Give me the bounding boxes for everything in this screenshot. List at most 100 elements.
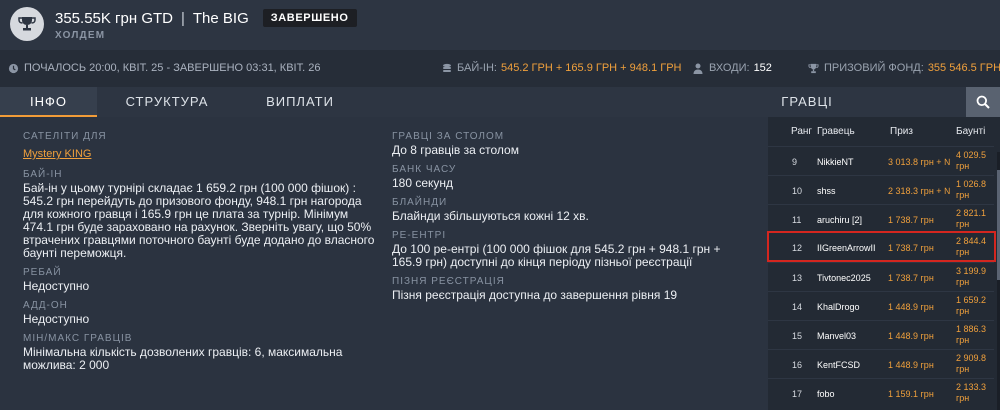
player-name: NikkieNT	[817, 157, 854, 167]
players-per-table-section: ГРАВЦІ ЗА СТОЛОМ До 8 гравців за столом	[392, 131, 744, 157]
late-registration-label: ПІЗНЯ РЕЄСТРАЦІЯ	[392, 276, 505, 287]
blinds-section: БЛАЙНДИ Блайнди збільшуються кожні 12 хв…	[392, 197, 744, 223]
reentry-section: РЕ-ЕНТРІ До 100 ре-ентрі (100 000 фішок …	[392, 230, 744, 269]
buyin-value: 545.2 ГРН + 165.9 ГРН + 948.1 ГРН	[500, 62, 682, 74]
player-row[interactable]: 14 KhalDrogo 1 448.9 грн 1 659.2 грн	[768, 291, 994, 320]
timebank-text: 180 секунд	[392, 176, 454, 190]
tab-players[interactable]: ГРАВЦІ	[772, 87, 842, 117]
entries-value: 152	[753, 62, 772, 74]
player-prize: 2 318.3 грн + №	[888, 186, 950, 196]
tournament-header: 355.55K грн GTD | The BIG ЗАВЕРШЕНО ХОЛД…	[0, 0, 1000, 50]
col-prize-header: Приз	[890, 126, 913, 137]
entries-info: ВХОДИ: 152	[693, 62, 772, 74]
player-prize: 1 738.7 грн	[888, 243, 934, 253]
entries-label: ВХОДИ:	[709, 62, 750, 74]
tab-payouts[interactable]: ВИПЛАТИ	[255, 87, 345, 117]
col-player-header: Гравець	[817, 126, 855, 137]
player-prize: 1 448.9 грн	[888, 302, 934, 312]
player-rank: 10	[792, 186, 803, 196]
blinds-label: БЛАЙНДИ	[392, 197, 448, 208]
col-bounty-header: Баунті	[956, 126, 986, 137]
player-bounty: 1 659.2 грн	[956, 295, 987, 316]
satellites-label: САТЕЛІТИ ДЛЯ	[23, 131, 107, 142]
player-prize: 1 738.7 грн	[888, 273, 934, 283]
buyin-section-label: БАЙ-ІН	[23, 169, 63, 180]
minmax-section: МІН/МАКС ГРАВЦІВ Мінімальна кількість до…	[23, 333, 375, 372]
player-bounty: 2 821.1 грн	[956, 208, 987, 229]
tournament-infobar: ПОЧАЛОСЬ 20:00, КВІТ. 25 - ЗАВЕРШЕНО 03:…	[0, 50, 1000, 87]
blinds-text: Блайнди збільшуються кожні 12 хв.	[392, 209, 589, 223]
players-panel: Ранг Гравець Приз Баунті 9 NikkieNT 3 01…	[767, 117, 1000, 410]
tab-bar: ІНФО СТРУКТУРА ВИПЛАТИ ГРАВЦІ	[0, 87, 1000, 117]
late-registration-section: ПІЗНЯ РЕЄСТРАЦІЯ Пізня реєстрація доступ…	[392, 276, 744, 302]
player-name: IIGreenArrowII	[817, 243, 876, 253]
title-guarantee: 355.55K грн GTD	[55, 9, 173, 27]
player-rank: 16	[792, 360, 803, 370]
satellite-link[interactable]: Mystery KING	[23, 148, 91, 160]
player-bounty: 2 909.8 грн	[956, 353, 987, 374]
rebuy-label: РЕБАЙ	[23, 267, 62, 278]
tab-structure[interactable]: СТРУКТУРА	[114, 87, 220, 117]
player-row-highlighted[interactable]: 12 IIGreenArrowII 1 738.7 грн 2 844.4 гр…	[767, 231, 996, 262]
player-name: KhalDrogo	[817, 302, 860, 312]
player-row[interactable]: 16 KentFCSD 1 448.9 грн 2 909.8 грн	[768, 349, 994, 378]
player-rank: 12	[792, 243, 803, 253]
prize-pool-label: ПРИЗОВИЙ ФОНД:	[824, 62, 924, 74]
player-row[interactable]: 15 Manvel03 1 448.9 грн 1 886.3 грн	[768, 320, 994, 349]
info-column-right: ГРАВЦІ ЗА СТОЛОМ До 8 гравців за столом …	[392, 131, 744, 309]
player-bounty: 4 029.5 грн	[956, 150, 987, 171]
buyin-section: БАЙ-ІН Бай-ін у цьому турнірі складає 1 …	[23, 169, 375, 260]
player-row[interactable]: 9 NikkieNT 3 013.8 грн + № 4 029.5 грн	[768, 146, 994, 175]
player-row[interactable]: 10 shss 2 318.3 грн + № 1 026.8 грн	[768, 175, 994, 204]
reentry-label: РЕ-ЕНТРІ	[392, 230, 447, 241]
game-type: ХОЛДЕМ	[55, 30, 106, 41]
info-panel: САТЕЛІТИ ДЛЯ Mystery KING БАЙ-ІН Бай-ін …	[0, 117, 768, 410]
player-name: KentFCSD	[817, 360, 861, 370]
schedule-info: ПОЧАЛОСЬ 20:00, КВІТ. 25 - ЗАВЕРШЕНО 03:…	[8, 62, 320, 74]
title-name: The BIG	[192, 9, 249, 27]
schedule-text: ПОЧАЛОСЬ 20:00, КВІТ. 25 - ЗАВЕРШЕНО 03:…	[24, 62, 321, 74]
player-rank: 13	[792, 273, 803, 283]
player-name: shss	[817, 186, 836, 196]
prize-pool-value: 355 546.5 ГРН	[927, 62, 1000, 74]
players-per-table-label: ГРАВЦІ ЗА СТОЛОМ	[392, 131, 505, 142]
tab-info[interactable]: ІНФО	[0, 87, 97, 117]
player-bounty: 3 199.9 грн	[956, 266, 987, 287]
buyin-info: БАЙ-ІН: 545.2 ГРН + 165.9 ГРН + 948.1 ГР…	[442, 62, 682, 74]
player-prize: 1 738.7 грн	[888, 215, 934, 225]
player-rank: 17	[792, 389, 803, 399]
player-prize: 1 448.9 грн	[888, 360, 934, 370]
coins-icon	[443, 63, 451, 72]
player-row[interactable]: 11 aruchiru [2] 1 738.7 грн 2 821.1 грн	[768, 204, 994, 233]
player-rank: 9	[792, 157, 798, 167]
prize-pool-info: ПРИЗОВИЙ ФОНД: 355 546.5 ГРН	[808, 62, 1000, 74]
player-bounty: 1 886.3 грн	[956, 324, 987, 345]
player-prize: 1 448.9 грн	[888, 331, 934, 341]
player-prize: 3 013.8 грн + №	[888, 157, 950, 167]
minmax-text: Мінімальна кількість дозволених гравців:…	[23, 345, 343, 372]
minmax-label: МІН/МАКС ГРАВЦІВ	[23, 333, 133, 344]
search-icon	[976, 95, 990, 109]
search-button[interactable]	[966, 87, 1000, 117]
player-row[interactable]: 17 fobo 1 159.1 грн 2 133.3 грн	[768, 378, 994, 407]
player-name: fobo	[817, 389, 835, 399]
user-icon	[693, 63, 703, 74]
addon-label: АДД-ОН	[23, 300, 68, 311]
player-bounty: 2 844.4 грн	[956, 236, 987, 257]
players-per-table-text: До 8 гравців за столом	[392, 143, 519, 157]
addon-section: АДД-ОН Недоступно	[23, 300, 375, 326]
player-prize: 1 159.1 грн	[888, 389, 934, 399]
player-rank: 11	[792, 215, 802, 225]
addon-text: Недоступно	[23, 312, 90, 326]
buyin-label: БАЙ-ІН:	[457, 62, 497, 74]
buyin-section-text: Бай-ін у цьому турнірі складає 1 659.2 г…	[23, 181, 375, 260]
rebuy-text: Недоступно	[23, 279, 90, 293]
trophy-icon	[10, 7, 44, 41]
title-separator: |	[180, 9, 185, 27]
players-table-header: Ранг Гравець Приз Баунті	[768, 117, 1000, 146]
rebuy-section: РЕБАЙ Недоступно	[23, 267, 375, 293]
player-rank: 14	[792, 302, 803, 312]
player-row[interactable]: 13 Tivtonec2025 1 738.7 грн 3 199.9 грн	[768, 262, 994, 291]
player-bounty: 1 026.8 грн	[956, 179, 987, 200]
player-name: Tivtonec2025	[817, 273, 871, 283]
